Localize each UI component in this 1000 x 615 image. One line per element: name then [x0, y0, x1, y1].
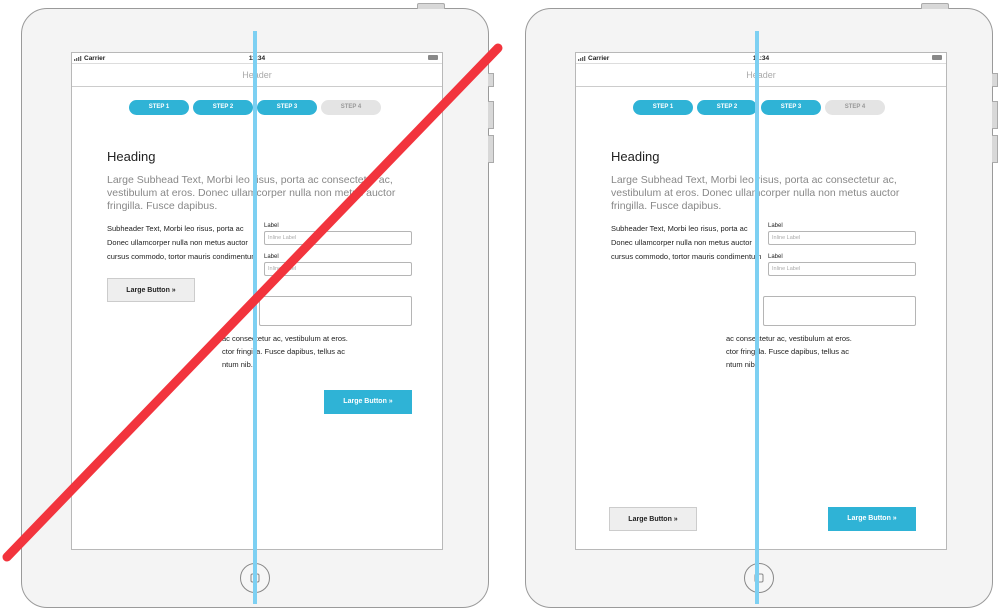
volume-down-button [488, 135, 494, 163]
text-area[interactable] [763, 296, 916, 326]
field-label: Label [264, 254, 279, 260]
large-button-secondary[interactable]: Large Button » [609, 507, 697, 531]
volume-up-button [992, 101, 998, 129]
body-text: ac consectetur ac, vestibulum at eros. c… [222, 332, 422, 371]
volume-down-button [992, 135, 998, 163]
battery-icon [428, 55, 438, 60]
status-bar: Carrier 11:34 [576, 53, 946, 64]
subheader-line: Subheader Text, Morbi leo risus, porta a… [107, 224, 244, 233]
text-field-2[interactable]: Inline Label [264, 262, 412, 276]
subheader-text: Subheader Text, Morbi leo risus, porta a… [611, 222, 764, 263]
form: Label Inline Label Label Inline Label [768, 223, 916, 285]
subheader-line: Donec ullamcorper nulla non metus auctor [107, 237, 248, 247]
large-button-primary[interactable]: Large Button » [324, 390, 412, 414]
status-bar: Carrier 11:34 [72, 53, 442, 64]
subheader-text: Subheader Text, Morbi leo risus, porta a… [107, 222, 260, 263]
field-label: Label [264, 223, 279, 229]
text-field-2[interactable]: Inline Label [768, 262, 916, 276]
subheader-line: cursus commodo, tortor mauris condimentu… [107, 251, 258, 261]
step-1[interactable]: STEP 1 [129, 100, 189, 115]
field-label: Label [768, 254, 783, 260]
form: Label Inline Label Label Inline Label [264, 223, 412, 285]
heading: Heading [611, 149, 660, 164]
clock: 11:34 [752, 54, 770, 62]
header-title: Header [72, 64, 442, 87]
step-3[interactable]: STEP 3 [761, 100, 821, 115]
step-4[interactable]: STEP 4 [321, 100, 381, 115]
home-button-icon[interactable] [744, 563, 774, 593]
battery-icon [932, 55, 942, 60]
power-button [921, 3, 949, 9]
subhead-text: Large Subhead Text, Morbi leo risus, por… [611, 174, 900, 212]
ipad-right: Carrier 11:34 Header STEP 1 STEP 2 STEP … [525, 3, 998, 608]
vertical-guide-line-left [253, 31, 257, 604]
volume-up-button [488, 101, 494, 129]
step-4[interactable]: STEP 4 [825, 100, 885, 115]
power-button [417, 3, 445, 9]
step-indicator: STEP 1 STEP 2 STEP 3 STEP 4 [633, 100, 887, 115]
body-line: ctor fringilla. Fusce dapibus, tellus ac [222, 347, 345, 356]
step-1[interactable]: STEP 1 [633, 100, 693, 115]
step-2[interactable]: STEP 2 [697, 100, 757, 115]
header-title: Header [576, 64, 946, 87]
heading: Heading [107, 149, 156, 164]
large-button-secondary[interactable]: Large Button » [107, 278, 195, 302]
body-line: ac consectetur ac, vestibulum at eros. [222, 334, 348, 343]
mute-switch [992, 73, 998, 87]
step-3[interactable]: STEP 3 [257, 100, 317, 115]
text-field-1[interactable]: Inline Label [264, 231, 412, 245]
body-line: ntum nib. [222, 360, 253, 369]
screen-left: Carrier 11:34 Header STEP 1 STEP 2 STEP … [71, 52, 443, 550]
subheader-line: Subheader Text, Morbi leo risus, porta a… [611, 224, 748, 233]
subheader-line: cursus commodo, tortor mauris condimentu… [611, 251, 762, 261]
text-field-1[interactable]: Inline Label [768, 231, 916, 245]
step-2[interactable]: STEP 2 [193, 100, 253, 115]
mute-switch [488, 73, 494, 87]
subhead-text: Large Subhead Text, Morbi leo risus, por… [107, 174, 396, 212]
vertical-guide-line-right [755, 31, 759, 604]
field-label: Label [768, 223, 783, 229]
text-area[interactable] [259, 296, 412, 326]
subheader-line: Donec ullamcorper nulla non metus auctor [611, 237, 752, 247]
large-button-primary[interactable]: Large Button » [828, 507, 916, 531]
screen-right: Carrier 11:34 Header STEP 1 STEP 2 STEP … [575, 52, 947, 550]
clock: 11:34 [248, 54, 266, 62]
